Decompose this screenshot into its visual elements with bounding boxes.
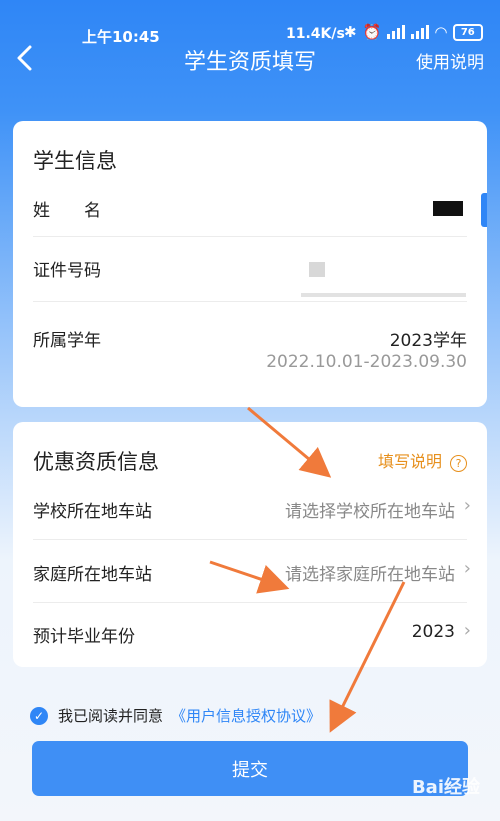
question-circle-icon: ?: [450, 455, 467, 472]
signal-icon: [387, 25, 406, 39]
id-label: 证件号码: [33, 261, 101, 281]
baidu-jingyan-watermark: Bai经验: [411, 777, 480, 798]
id-row: 证件号码: [33, 256, 467, 281]
student-info-card: 学生信息 姓 名 证件号码 所属学年 2023学年 2022.10.01-202…: [13, 121, 487, 407]
redacted-id-line: [301, 293, 466, 297]
fill-instructions-link[interactable]: 填写说明?: [378, 448, 467, 472]
usage-guide-link[interactable]: 使用说明: [416, 48, 484, 73]
agreement-checkbox[interactable]: ✓: [30, 706, 48, 725]
nav-bar: 学生资质填写 使用说明: [0, 40, 500, 76]
chevron-right-icon: ›: [463, 620, 471, 641]
redacted-name: [433, 201, 463, 216]
divider: [33, 301, 467, 302]
status-icons: ✱ ⏰ ◠ 76: [344, 23, 483, 41]
school-year-range: 2022.10.01-2023.09.30: [266, 352, 467, 372]
alarm-icon: ⏰: [362, 23, 382, 41]
graduation-year-label: 预计毕业年份: [33, 627, 135, 647]
agreement-prefix: 我已阅读并同意: [58, 707, 164, 725]
bluetooth-icon: ✱: [344, 23, 357, 41]
submit-button[interactable]: 提交: [32, 741, 468, 796]
agreement-link[interactable]: 《用户信息授权协议》: [171, 705, 321, 726]
school-station-label: 学校所在地车站: [33, 502, 152, 522]
battery-icon: 76: [452, 23, 483, 41]
signal-icon-2: [411, 25, 430, 39]
discount-info-card: 优惠资质信息 填写说明? 学校所在地车站 请选择学校所在地车站 › 家庭所在地车…: [13, 422, 487, 667]
fill-instructions-label: 填写说明: [377, 452, 442, 471]
status-bar: 上午10:45 11.4K/s ✱ ⏰ ◠ 76: [0, 0, 500, 46]
redacted-id: [309, 262, 325, 277]
chevron-right-icon: ›: [463, 558, 471, 579]
student-info-title: 学生信息: [33, 149, 117, 173]
graduation-year-value: 2023: [411, 622, 455, 642]
school-station-placeholder: 请选择学校所在地车站: [285, 502, 455, 522]
divider: [33, 539, 467, 540]
divider: [33, 236, 467, 237]
agreement-row: ✓ 我已阅读并同意 《用户信息授权协议》: [30, 705, 321, 726]
school-year-row: 所属学年 2023学年 2022.10.01-2023.09.30: [33, 326, 467, 372]
home-station-row[interactable]: 家庭所在地车站 请选择家庭所在地车站 ›: [33, 558, 471, 585]
school-year-value: 2023学年: [389, 331, 467, 351]
chevron-right-icon: ›: [463, 495, 471, 516]
name-label: 姓 名: [33, 201, 101, 221]
wifi-icon: ◠: [435, 23, 447, 41]
graduation-year-row[interactable]: 预计毕业年份 2023 ›: [33, 620, 471, 647]
school-year-label: 所属学年: [33, 331, 101, 351]
school-station-row[interactable]: 学校所在地车站 请选择学校所在地车站 ›: [33, 495, 471, 522]
home-station-placeholder: 请选择家庭所在地车站: [285, 565, 455, 585]
submit-label: 提交: [232, 759, 268, 781]
edge-marker: [481, 193, 487, 227]
divider: [33, 602, 467, 603]
home-station-label: 家庭所在地车站: [33, 565, 152, 585]
discount-info-title: 优惠资质信息: [33, 450, 159, 474]
name-row: 姓 名: [33, 196, 467, 221]
